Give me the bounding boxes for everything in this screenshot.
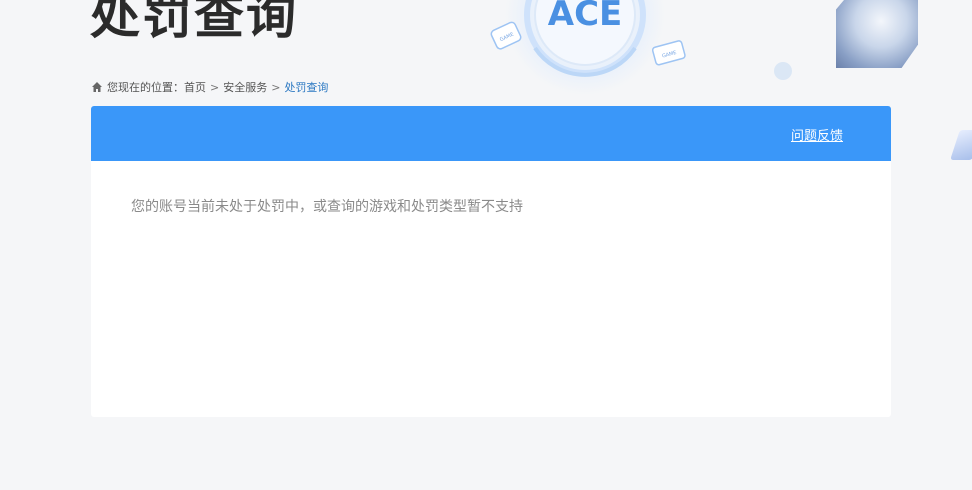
breadcrumb-current: 处罚查询 xyxy=(284,81,329,94)
decorative-bubble xyxy=(774,62,792,80)
page-title: 处罚查询 xyxy=(90,0,298,45)
breadcrumb-separator: > xyxy=(210,80,220,94)
breadcrumb: 您现在的位置： 首页 > 安全服务 > 处罚查询 xyxy=(91,79,328,95)
character-avatar xyxy=(836,0,918,68)
ace-logo-decoration: ACE GAME GAME xyxy=(480,0,700,100)
breadcrumb-prefix: 您现在的位置： xyxy=(107,81,184,94)
breadcrumb-separator: > xyxy=(271,80,281,94)
home-icon xyxy=(92,82,102,92)
penalty-panel: 问题反馈 您的账号当前未处于处罚中，或查询的游戏和处罚类型暂不支持 xyxy=(91,106,891,417)
feedback-link[interactable]: 问题反馈 xyxy=(791,125,843,144)
decorative-gem xyxy=(950,130,972,160)
panel-header: 问题反馈 xyxy=(91,106,891,161)
breadcrumb-security-link[interactable]: 安全服务 xyxy=(223,79,267,95)
status-message: 您的账号当前未处于处罚中，或查询的游戏和处罚类型暂不支持 xyxy=(131,199,523,215)
breadcrumb-home-link[interactable]: 首页 xyxy=(184,79,206,95)
logo-text: ACE xyxy=(548,0,623,34)
